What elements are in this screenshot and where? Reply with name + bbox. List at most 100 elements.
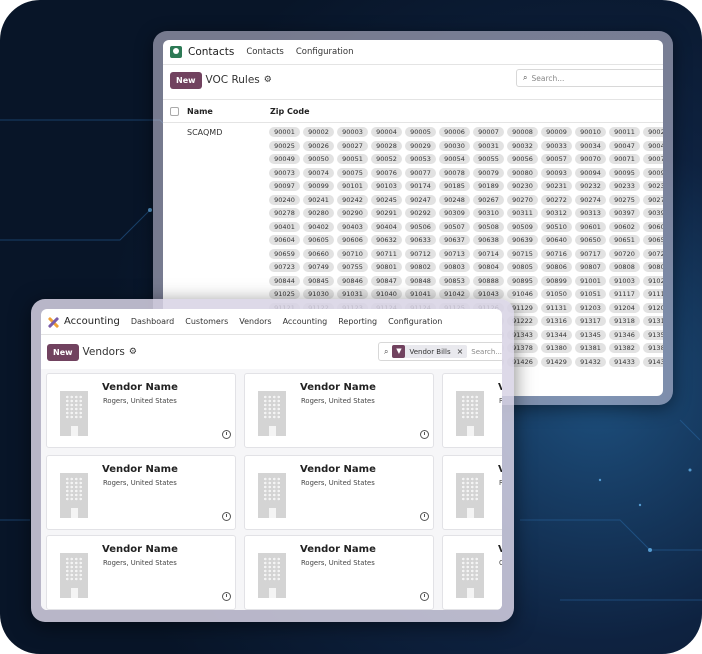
- activity-clock-icon[interactable]: [222, 512, 231, 521]
- menu-accounting[interactable]: Accounting: [283, 317, 328, 326]
- building-door: [269, 588, 276, 598]
- zip-code-tag: 90231: [541, 181, 572, 191]
- zip-code-tag: 90605: [303, 235, 334, 245]
- vendor-card[interactable]: VR: [442, 373, 502, 448]
- zip-code-tag: 90032: [507, 140, 538, 151]
- building-door: [269, 426, 276, 436]
- zip-code-tag: 90239: [643, 181, 663, 191]
- zip-code-tag: 90094: [575, 167, 606, 178]
- search-placeholder: Search...: [471, 347, 502, 356]
- zip-code-tag: 91043: [473, 289, 504, 299]
- zip-code-tag: 90639: [507, 235, 538, 245]
- zip-code-tag: 90280: [303, 208, 334, 218]
- zip-code-tag: 91346: [609, 329, 640, 340]
- vendor-card[interactable]: Vendor Name Rogers, United States: [244, 455, 434, 530]
- vendor-name: Vendor Name: [102, 382, 178, 393]
- select-all-checkbox[interactable]: [170, 106, 179, 116]
- zip-code-tag: 90049: [269, 154, 300, 164]
- zip-code-tag: 91204: [609, 302, 640, 313]
- search-input[interactable]: ⌕ Search...: [516, 69, 663, 87]
- vendor-card[interactable]: Vendor Name Rogers, United States: [46, 373, 236, 448]
- zip-code-tag: 91042: [439, 289, 470, 299]
- contacts-app-icon[interactable]: [170, 46, 182, 58]
- new-button[interactable]: New: [170, 71, 202, 89]
- vendor-location: R: [499, 479, 502, 487]
- zip-code-tag: 90245: [371, 194, 402, 205]
- vendor-card[interactable]: Vendor Name Rogers, United States: [46, 455, 236, 530]
- vendor-card[interactable]: Vendor Name Rogers, United States: [244, 373, 434, 448]
- zip-code-tag: 90711: [371, 248, 402, 259]
- zip-code-tag: 91382: [609, 343, 640, 353]
- activity-clock-icon[interactable]: [222, 592, 231, 601]
- menu-reporting[interactable]: Reporting: [338, 317, 377, 326]
- zip-code-tag: 90888: [473, 275, 504, 286]
- zip-code-tag: 90073: [269, 167, 300, 178]
- gear-icon[interactable]: ⚙: [264, 75, 272, 85]
- zip-code-tag: 90806: [541, 262, 572, 272]
- zip-code-tag: 90398: [643, 208, 663, 218]
- zip-code-tag: 90402: [303, 221, 334, 232]
- vendor-location: Rogers, United States: [301, 559, 375, 567]
- menu-configuration[interactable]: Configuration: [296, 47, 354, 57]
- zip-code-tag: 90077: [405, 167, 436, 178]
- zip-code-tag: 90713: [439, 248, 470, 259]
- column-header-zip[interactable]: Zip Code: [270, 107, 310, 116]
- vendor-name: Vendor Name: [300, 464, 376, 475]
- zip-code-tag: 90723: [269, 262, 300, 272]
- zip-code-tag: 90230: [507, 181, 538, 191]
- filter-facet[interactable]: ▼ Vendor Bills ×: [392, 345, 468, 358]
- zip-code-tag: 90638: [473, 235, 504, 245]
- zip-code-tag: 90051: [337, 154, 368, 164]
- zip-code-tag: 90721: [643, 248, 663, 259]
- vendor-card[interactable]: VR: [442, 455, 502, 530]
- zip-code-tag: 90076: [371, 167, 402, 178]
- zip-code-tag: 90717: [575, 248, 606, 259]
- zip-code-tag: 90185: [439, 181, 470, 191]
- zip-code-tag: 91041: [405, 289, 436, 299]
- zip-code-tag: 90078: [439, 167, 470, 178]
- zip-code-tag: 91131: [541, 302, 572, 313]
- accounting-app-name[interactable]: Accounting: [64, 316, 120, 327]
- zip-code-tag: 90509: [507, 221, 538, 232]
- activity-clock-icon[interactable]: [420, 512, 429, 521]
- close-icon[interactable]: ×: [457, 347, 464, 356]
- search-input[interactable]: ⌕ ▼ Vendor Bills × Search...: [378, 342, 502, 361]
- zip-code-tag: 90033: [541, 140, 572, 151]
- zip-code-tag: 90847: [371, 275, 402, 286]
- activity-clock-icon[interactable]: [420, 592, 429, 601]
- activity-clock-icon[interactable]: [222, 430, 231, 439]
- zip-code-tag: 90031: [473, 140, 504, 151]
- gear-icon[interactable]: ⚙: [129, 347, 137, 357]
- menu-vendors[interactable]: Vendors: [239, 317, 271, 326]
- vendor-card[interactable]: Vendor Name Rogers, United States: [46, 535, 236, 610]
- zip-code-tag: 91434: [643, 356, 663, 367]
- vendor-card[interactable]: VC: [442, 535, 502, 610]
- zip-code-tag: 90101: [337, 181, 368, 191]
- activity-clock-icon[interactable]: [420, 430, 429, 439]
- zip-code-tag: 90103: [371, 181, 402, 191]
- column-header-name[interactable]: Name: [187, 107, 270, 116]
- zip-code-tag: 90805: [507, 262, 538, 272]
- zip-code-tag: 90845: [303, 275, 334, 286]
- zip-code-tag: 90632: [371, 235, 402, 245]
- zip-code-tag: 90290: [337, 208, 368, 218]
- zip-code-tag: 90633: [405, 235, 436, 245]
- zip-code-tag: 90055: [473, 154, 504, 164]
- zip-code-tag: 90232: [575, 181, 606, 191]
- zip-code-tag: 90079: [473, 167, 504, 178]
- contacts-app-name[interactable]: Contacts: [188, 46, 234, 58]
- zip-code-tag: 91031: [337, 289, 368, 299]
- zip-code-tag: 90034: [575, 140, 606, 151]
- zip-code-tag: 90714: [473, 248, 504, 259]
- menu-configuration[interactable]: Configuration: [388, 317, 442, 326]
- vendor-card[interactable]: Vendor Name Rogers, United States: [244, 535, 434, 610]
- zip-code-tag: 91205: [643, 302, 663, 313]
- menu-customers[interactable]: Customers: [185, 317, 228, 326]
- menu-dashboard[interactable]: Dashboard: [131, 317, 174, 326]
- new-button[interactable]: New: [47, 343, 79, 361]
- zip-code-tag: 90848: [405, 275, 436, 286]
- menu-contacts[interactable]: Contacts: [246, 47, 284, 57]
- accounting-app-icon[interactable]: [47, 316, 60, 328]
- accounting-window: Accounting Dashboard Customers Vendors A…: [41, 309, 502, 610]
- zip-code-tag: 90715: [507, 248, 538, 259]
